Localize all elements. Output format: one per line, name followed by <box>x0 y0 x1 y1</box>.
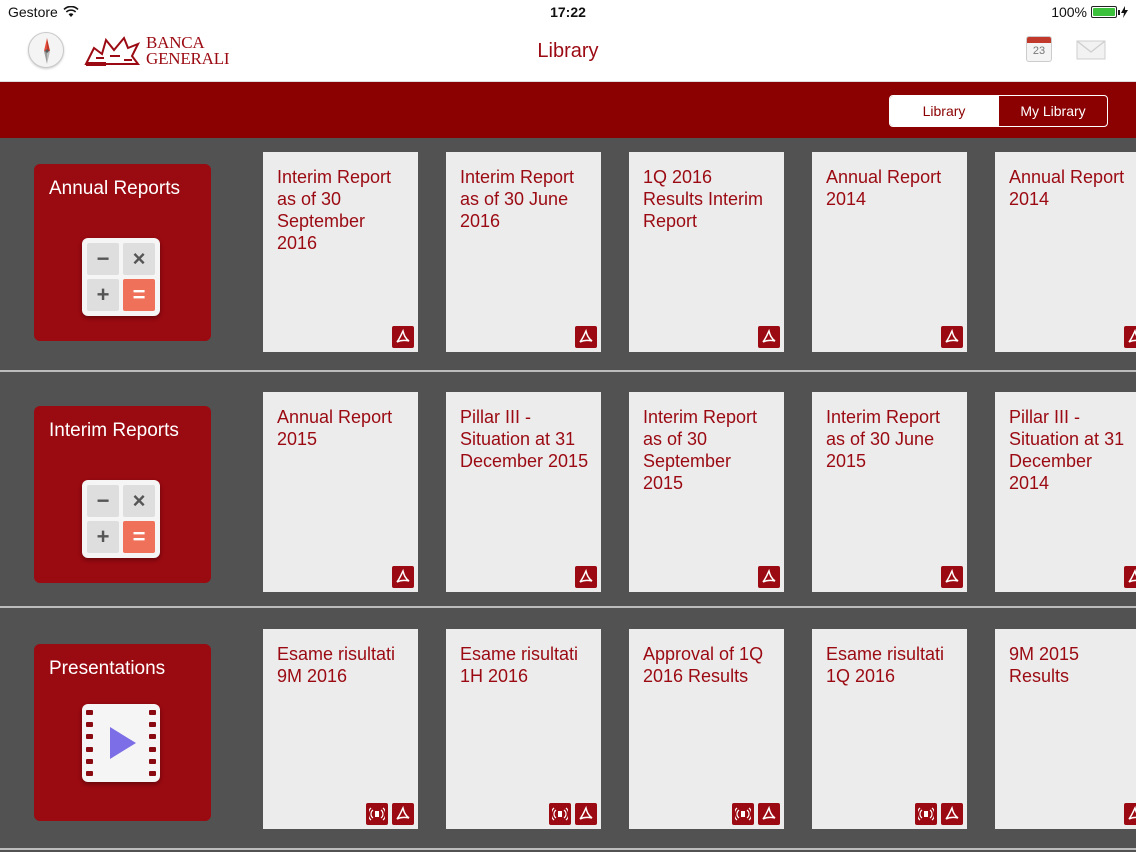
pdf-icon[interactable] <box>941 326 963 348</box>
category-label: Interim Reports <box>49 420 179 441</box>
pdf-icon[interactable] <box>1124 566 1136 588</box>
pdf-icon[interactable] <box>941 803 963 825</box>
battery-percent: 100% <box>1051 4 1087 20</box>
document-title: Interim Report as of 30 June 2016 <box>460 167 575 231</box>
video-icon <box>82 704 160 782</box>
document-card[interactable]: Esame risultati 1Q 2016 <box>812 629 967 829</box>
navigation-bar: BANCA GENERALI Library 23 <box>0 24 1136 82</box>
library-segmented-control: Library My Library <box>889 95 1108 127</box>
library-header-band: Library My Library <box>0 82 1136 138</box>
battery-status: 100% <box>1051 4 1128 20</box>
pdf-icon[interactable] <box>1124 803 1136 825</box>
pdf-icon[interactable] <box>575 326 597 348</box>
document-title: Pillar III - Situation at 31 December 20… <box>1009 407 1125 493</box>
audio-icon[interactable] <box>732 803 754 825</box>
document-title: Annual Report 2014 <box>826 167 942 209</box>
document-card[interactable]: 9M 2015 Results <box>995 629 1136 829</box>
mail-icon[interactable] <box>1076 40 1106 60</box>
document-card[interactable]: Annual Report 2014 <box>995 152 1136 352</box>
document-card[interactable]: Interim Report as of 30 September 2016 <box>263 152 418 352</box>
document-card[interactable]: Esame risultati 9M 2016 <box>263 629 418 829</box>
charging-icon <box>1121 6 1128 18</box>
pdf-icon[interactable] <box>392 566 414 588</box>
document-card[interactable]: Esame risultati 1H 2016 <box>446 629 601 829</box>
document-card[interactable]: Approval of 1Q 2016 Results <box>629 629 784 829</box>
category-label: Presentations <box>49 658 166 679</box>
shelf-annual-reports: Annual Reports − × + = Interim Report as of… <box>0 138 1136 372</box>
document-title: Annual Report 2015 <box>277 407 393 449</box>
pdf-icon[interactable] <box>575 566 597 588</box>
shelf-presentations: Presentations Esame risultati 9M 2016 Es… <box>0 610 1136 850</box>
document-title: Annual Report 2014 <box>1009 167 1125 209</box>
shelf-interim-reports: Interim Reports − × + = Annual Report 2015 … <box>0 374 1136 608</box>
document-title: Pillar III - Situation at 31 December 20… <box>460 407 589 471</box>
pdf-icon[interactable] <box>758 326 780 348</box>
audio-icon[interactable] <box>915 803 937 825</box>
document-title: Esame risultati 9M 2016 <box>277 644 396 686</box>
document-card[interactable]: Pillar III - Situation at 31 December 20… <box>446 392 601 592</box>
segment-library[interactable]: Library <box>890 96 998 126</box>
calculator-icon: − × + = <box>82 238 160 316</box>
document-title: Esame risultati 1H 2016 <box>460 644 579 686</box>
calendar-icon[interactable]: 23 <box>1026 36 1052 62</box>
document-card[interactable]: Interim Report as of 30 June 2016 <box>446 152 601 352</box>
document-card[interactable]: 1Q 2016 Results Interim Report <box>629 152 784 352</box>
pdf-icon[interactable] <box>392 803 414 825</box>
calculator-icon: − × + = <box>82 480 160 558</box>
document-card[interactable]: Interim Report as of 30 September 2015 <box>629 392 784 592</box>
page-title: Library <box>537 40 599 62</box>
audio-icon[interactable] <box>366 803 388 825</box>
document-title: Interim Report as of 30 September 2016 <box>277 167 392 253</box>
pdf-icon[interactable] <box>392 326 414 348</box>
clock: 17:22 <box>550 4 586 20</box>
pdf-icon[interactable] <box>1124 326 1136 348</box>
audio-icon[interactable] <box>549 803 571 825</box>
category-label: Annual Reports <box>49 178 180 199</box>
document-title: Approval of 1Q 2016 Results <box>643 644 764 686</box>
play-icon <box>110 727 136 759</box>
battery-icon <box>1091 6 1120 18</box>
document-card[interactable]: Interim Report as of 30 June 2015 <box>812 392 967 592</box>
document-title: 1Q 2016 Results Interim Report <box>643 167 764 231</box>
pdf-icon[interactable] <box>758 566 780 588</box>
category-tile-presentations[interactable]: Presentations <box>34 644 211 821</box>
pdf-icon[interactable] <box>758 803 780 825</box>
status-bar: Gestore 17:22 100% <box>0 0 1136 24</box>
document-card[interactable]: Annual Report 2014 <box>812 152 967 352</box>
document-title: 9M 2015 Results <box>1009 644 1080 686</box>
pdf-icon[interactable] <box>941 566 963 588</box>
document-title: Interim Report as of 30 June 2015 <box>826 407 941 471</box>
document-title: Esame risultati 1Q 2016 <box>826 644 945 686</box>
document-title: Interim Report as of 30 September 2015 <box>643 407 758 493</box>
calendar-day: 23 <box>1032 45 1046 57</box>
document-card[interactable]: Annual Report 2015 <box>263 392 418 592</box>
segment-my-library[interactable]: My Library <box>998 96 1107 126</box>
pdf-icon[interactable] <box>575 803 597 825</box>
category-tile-interim-reports[interactable]: Interim Reports − × + = <box>34 406 211 583</box>
document-card[interactable]: Pillar III - Situation at 31 December 20… <box>995 392 1136 592</box>
category-tile-annual-reports[interactable]: Annual Reports − × + = <box>34 164 211 341</box>
